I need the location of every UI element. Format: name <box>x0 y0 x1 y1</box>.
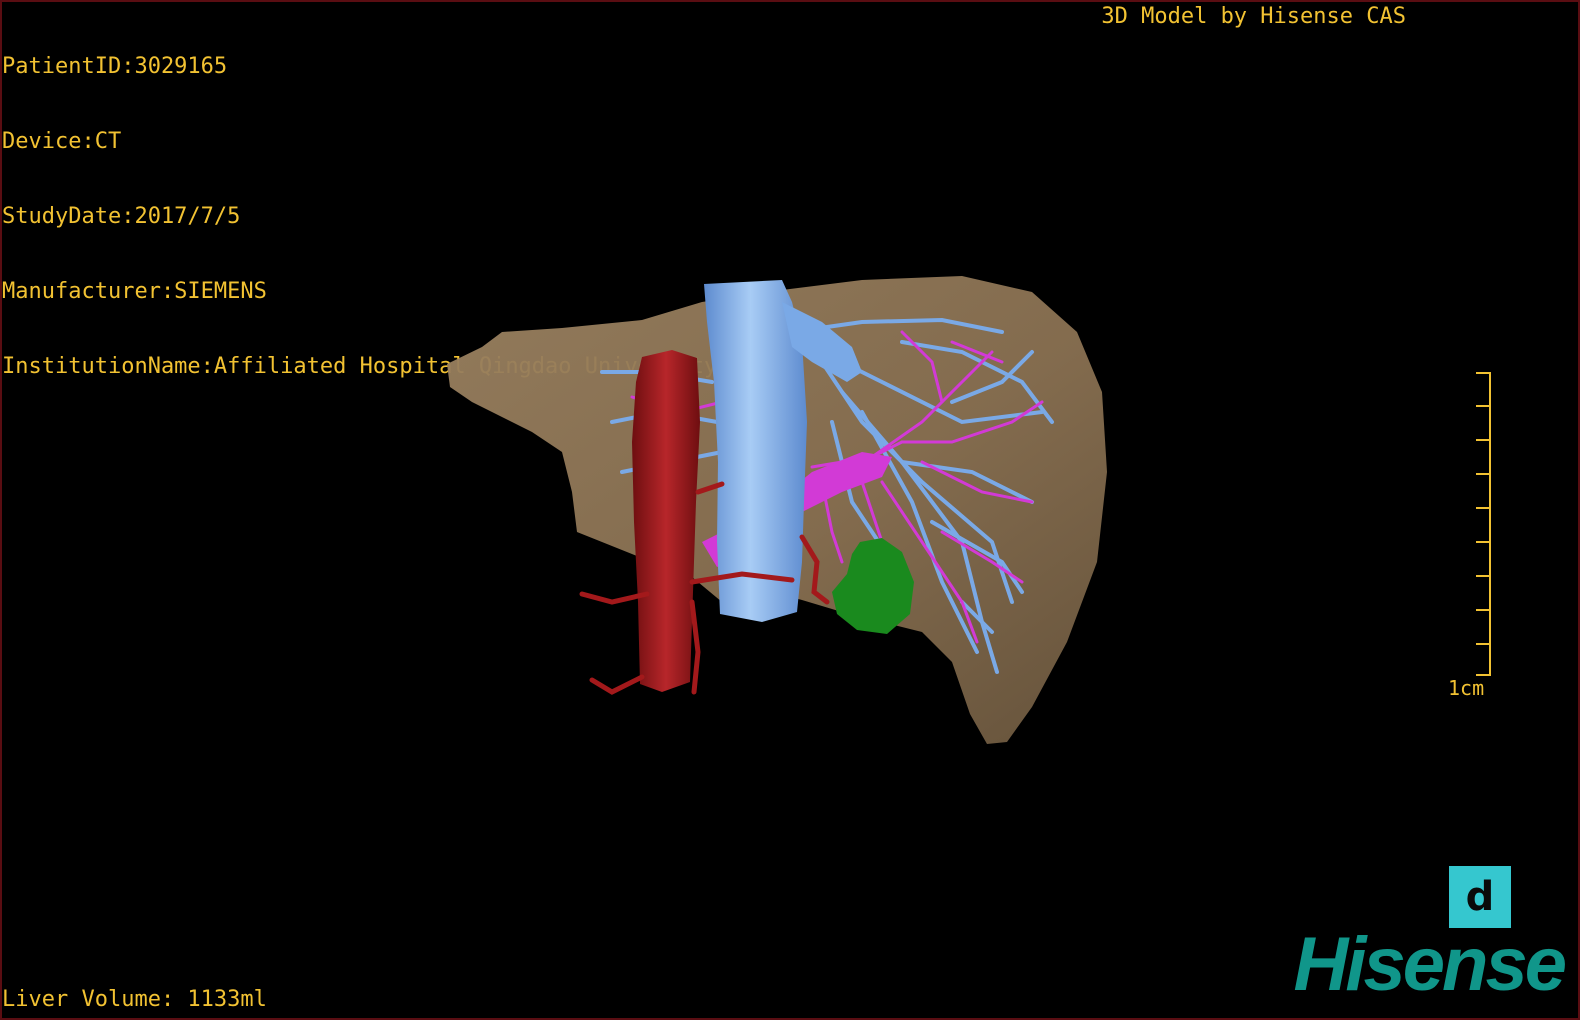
liver-3d-model[interactable] <box>2 2 1578 1018</box>
scale-ruler <box>1476 372 1491 676</box>
aorta <box>632 350 700 692</box>
view-toggle-label: d <box>1465 874 1495 920</box>
view-toggle-button[interactable]: d <box>1449 866 1511 928</box>
scale-label: 1cm <box>1448 676 1485 700</box>
liver-volume-text: Liver Volume: 1133ml <box>2 987 267 1012</box>
hisense-logo: Hisense <box>1293 922 1567 1007</box>
3d-viewport[interactable]: PatientID:3029165 Device:CT StudyDate:20… <box>0 0 1580 1020</box>
